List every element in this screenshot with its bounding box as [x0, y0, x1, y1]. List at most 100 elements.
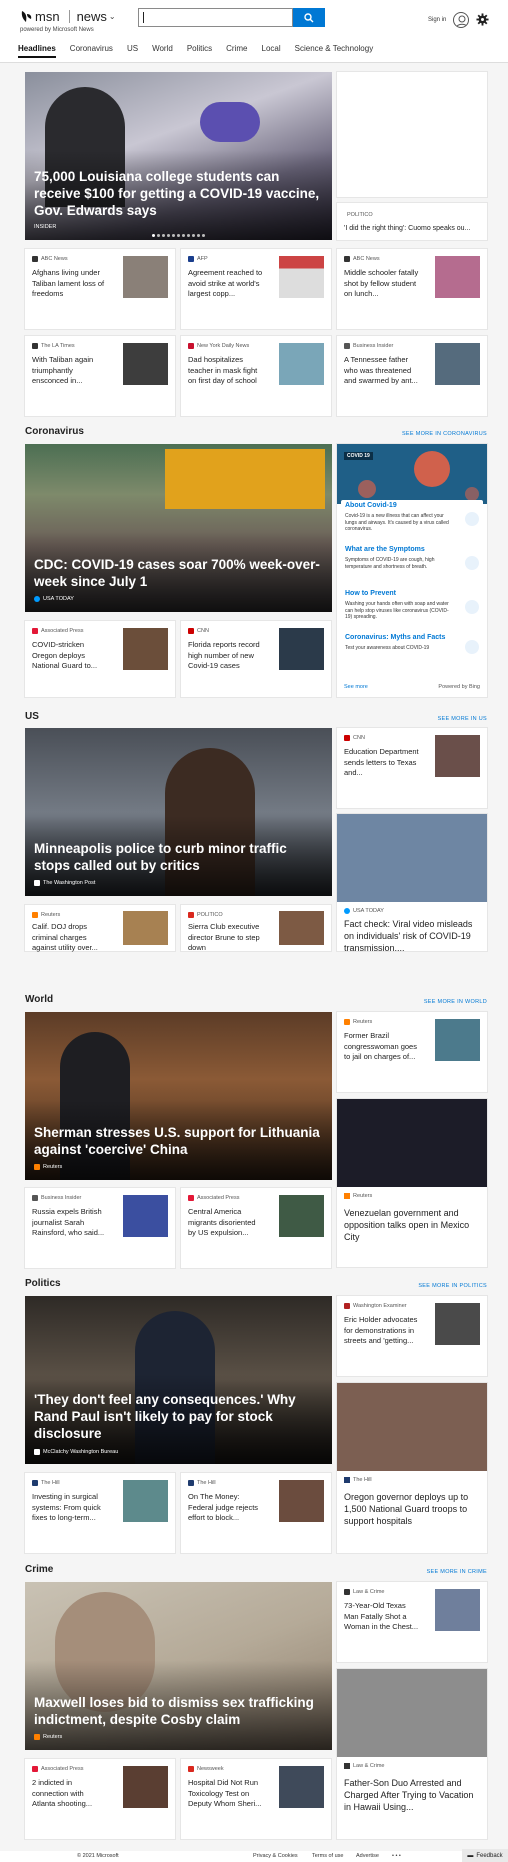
news-card[interactable]: New York Daily News Dad hospitalizes teac…: [181, 336, 331, 416]
section-title-crime[interactable]: Crime: [25, 1564, 53, 1575]
advertise-link[interactable]: Advertise: [356, 1853, 379, 1859]
hero-title[interactable]: 75,000 Louisiana college students can re…: [34, 168, 323, 219]
news-card[interactable]: The Hill On The Money: Federal judge reje…: [181, 1473, 331, 1553]
covid-item-myths[interactable]: Coronavirus: Myths and Facts Test your aw…: [341, 632, 483, 664]
news-card[interactable]: ABC News Afghans living under Taliban lam…: [25, 249, 175, 329]
tab-headlines[interactable]: Headlines: [18, 44, 56, 58]
news-card[interactable]: Associated Press COVID-stricken Oregon de…: [25, 621, 175, 697]
carousel-dot[interactable]: [202, 234, 205, 237]
tab-crime[interactable]: Crime: [226, 44, 247, 58]
world-hero[interactable]: Sherman stresses U.S. support for Lithua…: [25, 1012, 332, 1180]
gear-icon[interactable]: [476, 13, 489, 26]
card-title[interactable]: Florida reports record high number of ne…: [188, 640, 264, 672]
card-title[interactable]: Central America migrants disoriented by …: [188, 1207, 264, 1239]
carousel-dot[interactable]: [162, 234, 165, 237]
carousel-dot[interactable]: [187, 234, 190, 237]
news-card[interactable]: Associated Press 2 indicted in connection…: [25, 1759, 175, 1839]
card-title[interactable]: Hospital Did Not Run Toxicology Test on …: [188, 1778, 264, 1810]
section-name[interactable]: news: [68, 10, 107, 23]
news-card[interactable]: AFP Agreement reached to avoid strike at …: [181, 249, 331, 329]
news-card[interactable]: CNN Florida reports record high number of…: [181, 621, 331, 697]
terms-link[interactable]: Terms of use: [312, 1853, 343, 1859]
news-card[interactable]: ABC News Middle schooler fatally shot by …: [337, 249, 487, 329]
sign-in-link[interactable]: Sign in: [428, 17, 446, 23]
card-title[interactable]: On The Money: Federal judge rejects effo…: [188, 1492, 264, 1524]
news-card[interactable]: Business Insider Russia expels British jo…: [25, 1188, 175, 1268]
more-options-icon[interactable]: • • •: [392, 1853, 401, 1859]
card-title[interactable]: Education Department sends letters to Te…: [344, 747, 420, 779]
carousel-dot[interactable]: [177, 234, 180, 237]
card-title[interactable]: Agreement reached to avoid strike at wor…: [188, 268, 264, 300]
crime-hero[interactable]: Maxwell loses bid to dismiss sex traffic…: [25, 1582, 332, 1750]
card-title[interactable]: Investing in surgical systems: From quic…: [32, 1492, 108, 1524]
card-title[interactable]: Former Brazil congresswoman goes to jail…: [344, 1031, 420, 1063]
card-title[interactable]: Dad hospitalizes teacher in mask fight o…: [188, 355, 264, 387]
news-card[interactable]: POLITICO Sierra Club executive director B…: [181, 905, 331, 954]
msn-logo[interactable]: msn news ⌄: [20, 9, 116, 24]
chevron-down-icon[interactable]: ⌄: [109, 12, 116, 21]
coronavirus-hero[interactable]: CDC: COVID-19 cases soar 700% week-over-…: [25, 444, 332, 612]
card-title[interactable]: 73-Year-Old Texas Man Fatally Shot a Wom…: [344, 1601, 420, 1633]
section-title-politics[interactable]: Politics: [25, 1278, 61, 1289]
story-title[interactable]: Father-Son Duo Arrested and Charged Afte…: [344, 1777, 480, 1813]
side-story[interactable]: The Hill Oregon governor deploys up to 1…: [337, 1383, 487, 1553]
card-title[interactable]: Middle schooler fatally shot by fellow s…: [344, 268, 420, 300]
feedback-button[interactable]: ▬ Feedback: [462, 1849, 508, 1862]
tab-us[interactable]: US: [127, 44, 138, 58]
covid-item-about[interactable]: About Covid-19 Covid-19 is a new illness …: [341, 500, 483, 542]
card-title[interactable]: Russia expels British journalist Sarah R…: [32, 1207, 108, 1239]
hero-title[interactable]: 'They don't feel any consequences.' Why …: [34, 1391, 323, 1442]
section-title-us[interactable]: US: [25, 711, 39, 722]
card-title[interactable]: Eric Holder advocates for demonstrations…: [344, 1315, 420, 1347]
see-more-politics[interactable]: SEE MORE IN POLITICS: [418, 1283, 487, 1289]
side-story[interactable]: Reuters Venezuelan government and opposi…: [337, 1099, 487, 1267]
see-more-us[interactable]: SEE MORE IN US: [438, 716, 487, 722]
hero-title[interactable]: Sherman stresses U.S. support for Lithua…: [34, 1124, 323, 1158]
carousel-dot[interactable]: [152, 234, 155, 237]
search-input[interactable]: [138, 8, 293, 27]
card-title[interactable]: A Tennessee father who was threatened an…: [344, 355, 420, 387]
hero-title[interactable]: Minneapolis police to curb minor traffic…: [34, 840, 323, 874]
hero-title[interactable]: CDC: COVID-19 cases soar 700% week-over-…: [34, 556, 323, 590]
news-card[interactable]: Washington Examiner Eric Holder advocates…: [337, 1296, 487, 1376]
card-title[interactable]: With Taliban again triumphantly ensconce…: [32, 355, 108, 387]
carousel-dot[interactable]: [157, 234, 160, 237]
tab-coronavirus[interactable]: Coronavirus: [70, 44, 113, 58]
see-more-world[interactable]: SEE MORE IN WORLD: [424, 999, 487, 1005]
card-title[interactable]: 2 indicted in connection with Atlanta sh…: [32, 1778, 108, 1810]
politics-hero[interactable]: 'They don't feel any consequences.' Why …: [25, 1296, 332, 1464]
covid-see-more-link[interactable]: See more: [344, 684, 368, 690]
card-title[interactable]: Calif. DOJ drops criminal charges agains…: [32, 922, 108, 954]
carousel-dot[interactable]: [167, 234, 170, 237]
see-more-coronavirus[interactable]: SEE MORE IN CORONAVIRUS: [402, 431, 487, 437]
section-title-world[interactable]: World: [25, 994, 53, 1005]
see-more-crime[interactable]: SEE MORE IN CRIME: [427, 1569, 487, 1575]
news-card[interactable]: CNN Education Department sends letters to…: [337, 728, 487, 808]
hero-title[interactable]: Maxwell loses bid to dismiss sex traffic…: [34, 1694, 323, 1728]
story-title[interactable]: Oregon governor deploys up to 1,500 Nati…: [344, 1491, 480, 1527]
carousel-dot[interactable]: [192, 234, 195, 237]
side-story[interactable]: Law & Crime Father-Son Duo Arrested and …: [337, 1669, 487, 1839]
card-title[interactable]: COVID-stricken Oregon deploys National G…: [32, 640, 108, 672]
side-story[interactable]: USA TODAY Fact check: Viral video mislea…: [337, 814, 487, 951]
card-title[interactable]: Afghans living under Taliban lament loss…: [32, 268, 108, 300]
tab-local[interactable]: Local: [262, 44, 281, 58]
news-card[interactable]: The LA Times With Taliban again triumphan…: [25, 336, 175, 416]
carousel-dot[interactable]: [172, 234, 175, 237]
tab-science-technology[interactable]: Science & Technology: [295, 44, 374, 58]
news-card[interactable]: Newsweek Hospital Did Not Run Toxicology …: [181, 1759, 331, 1839]
news-card[interactable]: Law & Crime 73-Year-Old Texas Man Fatally…: [337, 1582, 487, 1662]
news-card[interactable]: Business Insider A Tennessee father who w…: [337, 336, 487, 416]
carousel-dot[interactable]: [197, 234, 200, 237]
story-title[interactable]: Venezuelan government and opposition tal…: [344, 1207, 480, 1243]
section-title-coronavirus[interactable]: Coronavirus: [25, 426, 84, 437]
tab-world[interactable]: World: [152, 44, 173, 58]
carousel-dots[interactable]: [25, 234, 332, 237]
us-hero[interactable]: Minneapolis police to curb minor traffic…: [25, 728, 332, 896]
covid-item-symptoms[interactable]: What are the Symptoms Symptoms of COVID-1…: [341, 544, 483, 586]
card-title[interactable]: Sierra Club executive director Brune to …: [188, 922, 264, 954]
news-card[interactable]: The Hill Investing in surgical systems: F…: [25, 1473, 175, 1553]
headline-hero[interactable]: 75,000 Louisiana college students can re…: [25, 72, 332, 240]
covid-item-prevent[interactable]: How to Prevent Washing your hands often w…: [341, 588, 483, 630]
search-button[interactable]: [293, 8, 325, 27]
